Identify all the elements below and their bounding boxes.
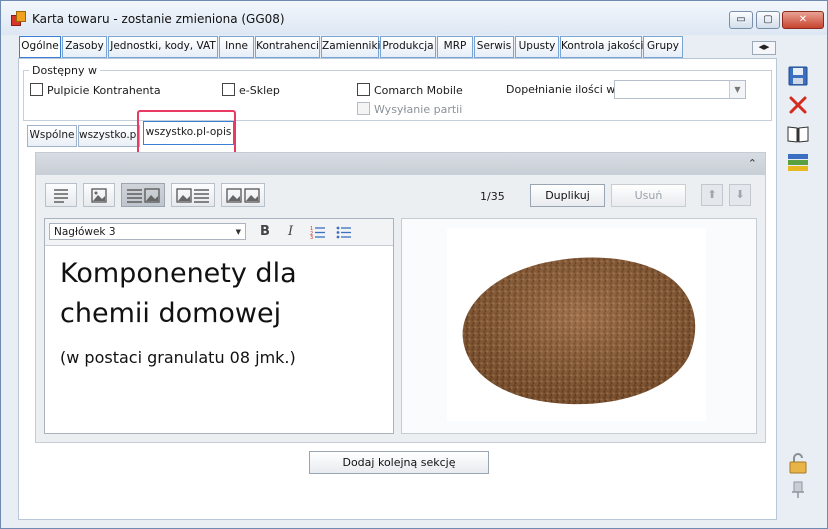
duplicate-button[interactable]: Duplikuj xyxy=(530,184,605,207)
ordered-list-icon[interactable]: 123 xyxy=(310,225,326,239)
tab-grupy[interactable]: Grupy xyxy=(643,36,683,58)
book-icon[interactable] xyxy=(786,122,810,146)
pulpit-label: Pulpicie Kontrahenta xyxy=(47,84,161,97)
delete-section-button[interactable]: Usuń xyxy=(611,184,686,207)
tab-upusty[interactable]: Upusty xyxy=(515,36,559,58)
comarch-mobile-label: Comarch Mobile xyxy=(374,84,463,97)
layout-two-images-button[interactable] xyxy=(221,183,265,207)
bullet-list-icon[interactable] xyxy=(336,225,352,239)
move-up-button[interactable]: ⬆ xyxy=(701,184,723,206)
tab-inne[interactable]: Inne xyxy=(219,36,254,58)
tab-kontrahenci[interactable]: Kontrahenci xyxy=(255,36,320,58)
tab-mrp[interactable]: MRP xyxy=(437,36,473,58)
two-images-layout-icon xyxy=(226,188,260,203)
tab-kontrola-jakosci[interactable]: Kontrola jakości xyxy=(560,36,643,58)
title-bar: Karta towaru - zostanie zmieniona (GG08)… xyxy=(1,1,827,35)
layout-text-image-button[interactable] xyxy=(121,183,165,207)
chevron-down-icon[interactable]: ▼ xyxy=(729,81,745,98)
subtab-wszystko-pl[interactable]: wszystko.pl xyxy=(78,125,140,147)
delete-icon[interactable] xyxy=(786,93,810,117)
dopelnianie-select[interactable]: ▼ xyxy=(614,80,746,99)
move-down-button[interactable]: ⬇ xyxy=(729,184,751,206)
heading-style-value: Nagłówek 3 xyxy=(54,226,116,238)
editor-toolbar: Nagłówek 3 ▼ B I 123 xyxy=(45,219,393,246)
tab-produkcja[interactable]: Produkcja xyxy=(380,36,436,58)
available-legend: Dostępny w xyxy=(29,64,100,77)
editor-heading[interactable]: Komponenety dla chemii domowej xyxy=(60,254,380,334)
product-image xyxy=(447,228,706,421)
collapse-icon[interactable]: ⌃ xyxy=(748,157,757,170)
checkbox-box[interactable] xyxy=(222,83,235,96)
italic-button[interactable]: I xyxy=(288,224,293,239)
subtab-wspolne[interactable]: Wspólne xyxy=(27,125,77,147)
image-layout-icon xyxy=(91,188,107,203)
window-title: Karta towaru - zostanie zmieniona (GG08) xyxy=(32,12,285,26)
bold-button[interactable]: B xyxy=(260,224,270,239)
tab-serwis[interactable]: Serwis xyxy=(474,36,514,58)
checkbox-box xyxy=(357,102,370,115)
svg-text:3: 3 xyxy=(310,235,313,239)
layout-text-button[interactable] xyxy=(45,183,77,207)
wysylanie-label: Wysyłanie partii xyxy=(374,103,463,116)
esklep-label: e-Sklep xyxy=(239,84,280,97)
layout-image-button[interactable] xyxy=(83,183,115,207)
add-section-button[interactable]: Dodaj kolejną sekcję xyxy=(309,451,489,474)
maximize-button[interactable]: ▢ xyxy=(756,11,780,29)
minimize-button[interactable]: ▭ xyxy=(729,11,753,29)
rich-text-editor[interactable]: Nagłówek 3 ▼ B I 123 Komponenety dla chem… xyxy=(44,218,394,434)
pin-icon[interactable] xyxy=(786,477,810,501)
tab-scroll-arrows[interactable]: ◀▶ xyxy=(752,41,776,55)
tab-zamienniki[interactable]: Zamienniki xyxy=(321,36,380,58)
checkbox-box[interactable] xyxy=(357,83,370,96)
esklep-checkbox[interactable]: e-Sklep xyxy=(222,83,280,97)
list-icon[interactable] xyxy=(786,151,810,175)
app-icon xyxy=(11,11,26,26)
page-counter: 1/35 xyxy=(480,190,505,203)
tab-zasoby[interactable]: Zasoby xyxy=(62,36,107,58)
dopelnianie-label: Dopełnianie ilości wg: xyxy=(506,83,626,96)
section-header: ⌃ xyxy=(36,153,765,175)
unlock-icon[interactable] xyxy=(786,451,810,475)
checkbox-box[interactable] xyxy=(30,83,43,96)
close-button[interactable]: ✕ xyxy=(782,11,824,29)
comarch-mobile-checkbox[interactable]: Comarch Mobile xyxy=(357,83,463,97)
annotation-highlight xyxy=(137,110,236,155)
editor-paragraph[interactable]: (w postaci granulatu 08 jmk.) xyxy=(60,348,296,367)
tab-jednostki[interactable]: Jednostki, kody, VAT xyxy=(108,36,218,58)
wysylanie-checkbox: Wysyłanie partii xyxy=(357,102,462,116)
layout-image-text-button[interactable] xyxy=(171,183,215,207)
heading-style-select[interactable]: Nagłówek 3 ▼ xyxy=(49,223,246,240)
pulpit-checkbox[interactable]: Pulpicie Kontrahenta xyxy=(30,83,161,97)
tab-ogolne[interactable]: Ogólne xyxy=(19,36,61,58)
text-layout-icon xyxy=(54,189,68,203)
image-text-layout-icon xyxy=(176,188,209,203)
save-icon[interactable] xyxy=(786,64,810,88)
text-image-layout-icon xyxy=(127,188,160,203)
chevron-down-icon: ▼ xyxy=(235,228,241,236)
